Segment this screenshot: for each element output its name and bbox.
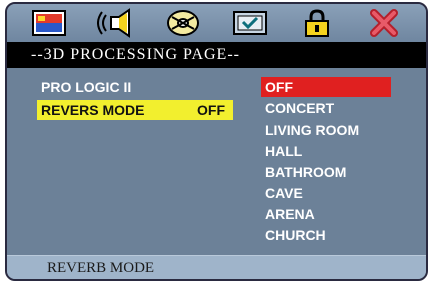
option-bathroom[interactable]: BATHROOM [261,162,346,182]
language-flag-icon[interactable] [27,7,71,39]
password-lock-icon[interactable] [295,7,339,39]
icon-toolbar [7,4,426,42]
menu-item-reverb-mode[interactable]: REVERS MODE OFF [37,100,233,120]
menu-item-pro-logic[interactable]: PRO LOGIC II [41,77,131,97]
reverb-mode-label: REVERS MODE [41,102,145,118]
option-cave[interactable]: CAVE [261,183,303,203]
option-off[interactable]: OFF [261,77,391,97]
option-arena[interactable]: ARENA [261,204,315,224]
status-bar: REVERB MODE [7,255,426,279]
audio-speaker-icon[interactable] [94,7,138,39]
preference-checkmark-icon[interactable] [228,7,272,39]
option-living-room[interactable]: LIVING ROOM [261,120,359,140]
reverb-mode-value: OFF [197,102,225,118]
exit-x-icon[interactable] [362,7,406,39]
video-disc-icon[interactable] [161,7,205,39]
option-concert[interactable]: CONCERT [261,98,334,118]
option-hall[interactable]: HALL [261,141,302,161]
page-title: --3D PROCESSING PAGE-- [7,42,426,68]
option-church[interactable]: CHURCH [261,225,326,245]
osd-panel: --3D PROCESSING PAGE-- PRO LOGIC II REVE… [5,2,428,281]
